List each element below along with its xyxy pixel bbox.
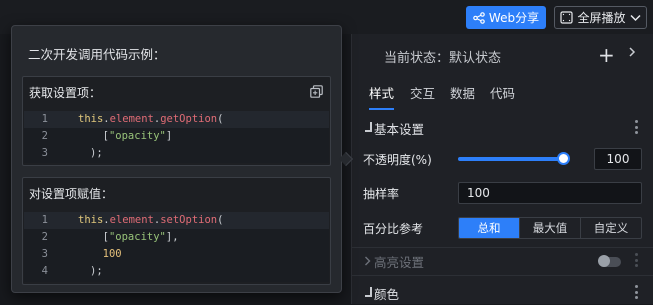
code-text: );	[90, 265, 103, 277]
fullscreen-play-label: 全屏播放	[577, 11, 626, 25]
web-share-button[interactable]: Web分享	[466, 6, 546, 29]
code-line: 1 this.element.getOption(	[24, 111, 329, 128]
opacity-slider-handle[interactable]	[557, 152, 570, 165]
code-text: );	[90, 147, 103, 159]
highlight-toggle[interactable]	[598, 255, 621, 267]
option-sum[interactable]: 总和	[459, 218, 519, 238]
divider	[352, 275, 653, 276]
line-number: 1	[41, 214, 48, 226]
chevron-right-icon	[365, 256, 371, 266]
opacity-label: 不透明度(%)	[363, 153, 432, 167]
share-icon	[473, 11, 485, 24]
code-text: 100	[90, 248, 122, 260]
code-line: 4);	[24, 263, 329, 280]
tab-interaction[interactable]: 交互	[410, 84, 435, 110]
chevron-right-icon[interactable]	[628, 46, 636, 58]
color-settings-header[interactable]: 颜色	[352, 281, 653, 305]
fullscreen-play-button[interactable]: 全屏播放	[554, 6, 647, 29]
status-row: 当前状态：默认状态 +	[352, 34, 653, 78]
code-text: this.element.setOption(	[78, 214, 224, 226]
more-options-icon[interactable]	[635, 285, 639, 299]
add-state-plus-icon[interactable]: +	[598, 45, 615, 65]
sample-rate-input[interactable]: 100	[458, 182, 642, 204]
code-text: this.element.getOption(	[78, 113, 224, 125]
highlight-settings-header[interactable]: 高亮设置	[352, 249, 653, 273]
line-number: 4	[41, 265, 48, 277]
line-number: 2	[41, 130, 48, 142]
copy-icon[interactable]	[310, 85, 323, 98]
get-option-code: 1 this.element.getOption(2 ["opacity"] 3);	[24, 111, 329, 163]
code-example-popover: 二次开发调用代码示例： 获取设置项： 1 this.element.getOpti…	[11, 25, 342, 293]
line-number: 3	[41, 147, 48, 159]
get-option-card: 获取设置项： 1 this.element.getOption( 2 ["opaci…	[22, 76, 331, 166]
web-share-label: Web分享	[488, 11, 540, 25]
more-options-icon[interactable]	[635, 253, 639, 267]
code-line: 3 100	[24, 246, 329, 263]
option-custom[interactable]: 自定义	[580, 218, 641, 238]
percent-reference-segmented: 总和 最大值 自定义	[458, 217, 642, 239]
more-options-icon[interactable]	[635, 120, 639, 134]
line-number: 1	[41, 113, 48, 125]
code-line: 2 ["opacity"],	[24, 229, 329, 246]
opacity-input[interactable]: 100	[594, 148, 642, 170]
collapse-corner-icon	[365, 122, 372, 132]
code-text: ["opacity"]	[90, 130, 173, 142]
percent-reference-label: 百分比参考	[363, 222, 424, 236]
color-settings-title: 颜色	[374, 287, 400, 302]
opacity-slider[interactable]	[458, 157, 564, 161]
tab-style[interactable]: 样式	[369, 84, 395, 110]
highlight-settings-title: 高亮设置	[374, 255, 425, 270]
property-panel: 当前状态：默认状态 + 样式 交互 数据 代码 基本设置 不透明度(%) 100…	[351, 34, 653, 304]
sample-rate-row: 抽样率 100	[352, 179, 653, 207]
line-number: 2	[41, 231, 48, 243]
popover-title: 二次开发调用代码示例：	[28, 47, 166, 62]
divider	[352, 247, 653, 248]
set-option-card: 对设置项赋值： 1 this.element.setOption( 2 ["opac…	[22, 177, 331, 285]
get-option-title: 获取设置项：	[29, 86, 102, 100]
code-line: 2 ["opacity"]	[24, 128, 329, 145]
tab-code[interactable]: 代码	[490, 84, 515, 110]
line-number: 3	[41, 248, 48, 260]
code-line: 1 this.element.setOption(	[24, 212, 329, 229]
code-text: ["opacity"],	[90, 231, 179, 243]
set-option-title: 对设置项赋值：	[29, 187, 114, 201]
basic-settings-title: 基本设置	[374, 122, 425, 137]
sample-rate-label: 抽样率	[363, 187, 400, 201]
code-line: 3);	[24, 145, 329, 162]
tab-data[interactable]: 数据	[450, 84, 475, 110]
set-option-code: 1 this.element.setOption(2 ["opacity"], 3 …	[24, 212, 329, 282]
opacity-row: 不透明度(%) 100	[352, 145, 653, 173]
basic-settings-header[interactable]: 基本设置	[352, 116, 653, 140]
percent-reference-row: 百分比参考 总和 最大值 自定义	[352, 214, 653, 242]
panel-tabs: 样式 交互 数据 代码	[352, 84, 653, 110]
collapse-corner-icon	[365, 287, 372, 297]
option-max[interactable]: 最大值	[519, 218, 580, 238]
fullscreen-icon	[560, 11, 574, 24]
current-status-label: 当前状态：默认状态	[384, 51, 502, 66]
chevron-down-icon	[629, 14, 641, 21]
